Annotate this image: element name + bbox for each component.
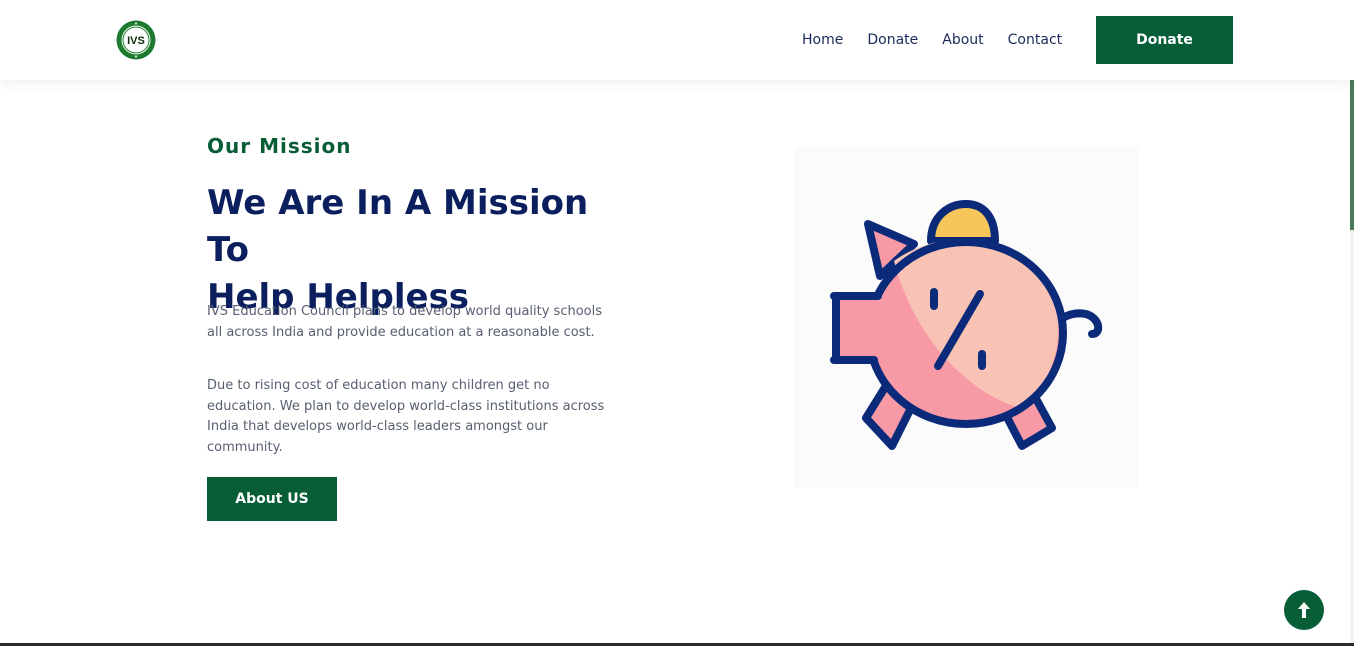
mission-headline: We Are In A Mission To Help Helpless: [207, 180, 627, 321]
header-donate-button[interactable]: Donate: [1096, 16, 1233, 64]
site-header: IVS Home Donate About Contact Donate: [0, 0, 1354, 80]
nav-link-contact[interactable]: Contact: [1008, 32, 1062, 48]
headline-line-1: We Are In A Mission To: [207, 183, 589, 270]
logo-emblem-icon: IVS: [116, 20, 156, 60]
back-to-top-button[interactable]: [1284, 590, 1324, 630]
nav-link-home[interactable]: Home: [802, 32, 843, 48]
piggy-bank-percent-icon: [830, 200, 1103, 450]
main-nav: Home Donate About Contact: [790, 0, 1074, 80]
about-us-button[interactable]: About US: [207, 477, 337, 521]
scrollbar-thumb[interactable]: [1350, 80, 1354, 230]
section-eyebrow: Our Mission: [207, 134, 352, 158]
logo-text: IVS: [127, 35, 145, 47]
ivs-logo[interactable]: IVS: [116, 20, 156, 60]
mission-paragraph-1: IVS Education Council plans to develop w…: [207, 304, 603, 340]
piggy-bank-illustration: [794, 146, 1138, 488]
mission-paragraph-2: Due to rising cost of education many chi…: [207, 378, 605, 455]
nav-link-donate[interactable]: Donate: [867, 32, 918, 48]
nav-link-about[interactable]: About: [942, 32, 983, 48]
arrow-up-icon: [1298, 602, 1310, 618]
